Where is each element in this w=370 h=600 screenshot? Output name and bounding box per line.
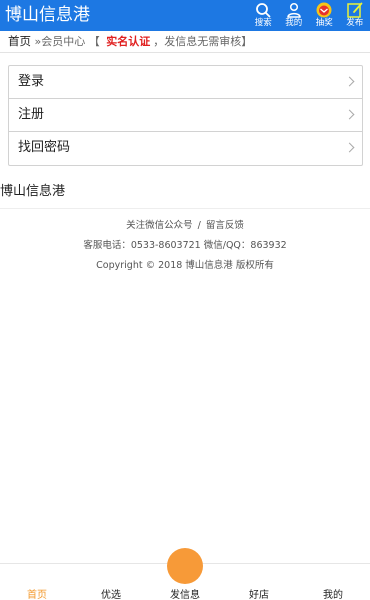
chevron-right-icon [344,142,355,153]
publish-button[interactable]: 发布 [340,0,370,31]
login-label: 登录 [18,74,45,89]
top-bar: 博山信息港 搜索 我的 抽奖 发布 [0,0,370,31]
bracket-close: 】 [241,35,253,48]
account-menu: 登录 注册 找回密码 [8,65,363,166]
recover-password-item[interactable]: 找回密码 [9,132,362,165]
verify-notice: ，发信息无需审核 [153,35,242,48]
search-icon [256,3,271,18]
breadcrumb-current: 会员中心 [41,35,86,48]
footer-links: 关注微信公众号 / 留言反馈 [0,217,370,231]
nav-shops[interactable]: 好店 [222,586,296,600]
site-title[interactable]: 博山信息港 [5,4,90,26]
lottery-icon [316,2,332,18]
chevron-right-icon [344,109,355,120]
login-item[interactable]: 登录 [9,66,362,99]
copyright: Copyright © 2018 博山信息港 版权所有 [96,260,274,271]
follow-wechat-link[interactable]: 关注微信公众号 [126,220,193,231]
footer-divider: / [197,220,201,231]
feedback-link[interactable]: 留言反馈 [206,220,244,231]
edit-icon [347,2,363,18]
breadcrumb-home-link[interactable]: 首页 [8,34,31,48]
nav-post-info[interactable]: 发信息 [148,586,222,600]
lottery-button[interactable]: 抽奖 [309,0,340,31]
lottery-label: 抽奖 [315,18,333,28]
verify-link[interactable]: 实名认证 [103,35,153,48]
nav-home[interactable]: 首页 [0,586,74,600]
brand-text: 博山信息港 [0,184,66,199]
top-actions: 搜索 我的 抽奖 发布 [248,0,370,31]
my-account-label: 我的 [285,18,303,28]
register-item[interactable]: 注册 [9,99,362,132]
chevron-right-icon [344,76,355,87]
nav-mine[interactable]: 我的 [296,586,370,600]
breadcrumb: 首页 »会员中心 【 实名认证 ，发信息无需审核】 [0,31,370,53]
publish-label: 发布 [346,18,364,28]
user-icon [286,2,301,18]
search-button[interactable]: 搜索 [248,0,279,31]
contact-info: 客服电话：0533-8603721 微信/QQ：863932 [83,240,287,251]
bracket-open: 【 [88,35,100,48]
my-account-button[interactable]: 我的 [279,0,310,31]
nav-featured[interactable]: 优选 [74,586,148,600]
register-label: 注册 [18,107,45,122]
divider [0,208,370,209]
search-label: 搜索 [254,18,272,28]
post-button[interactable] [167,548,203,584]
recover-password-label: 找回密码 [18,140,71,155]
